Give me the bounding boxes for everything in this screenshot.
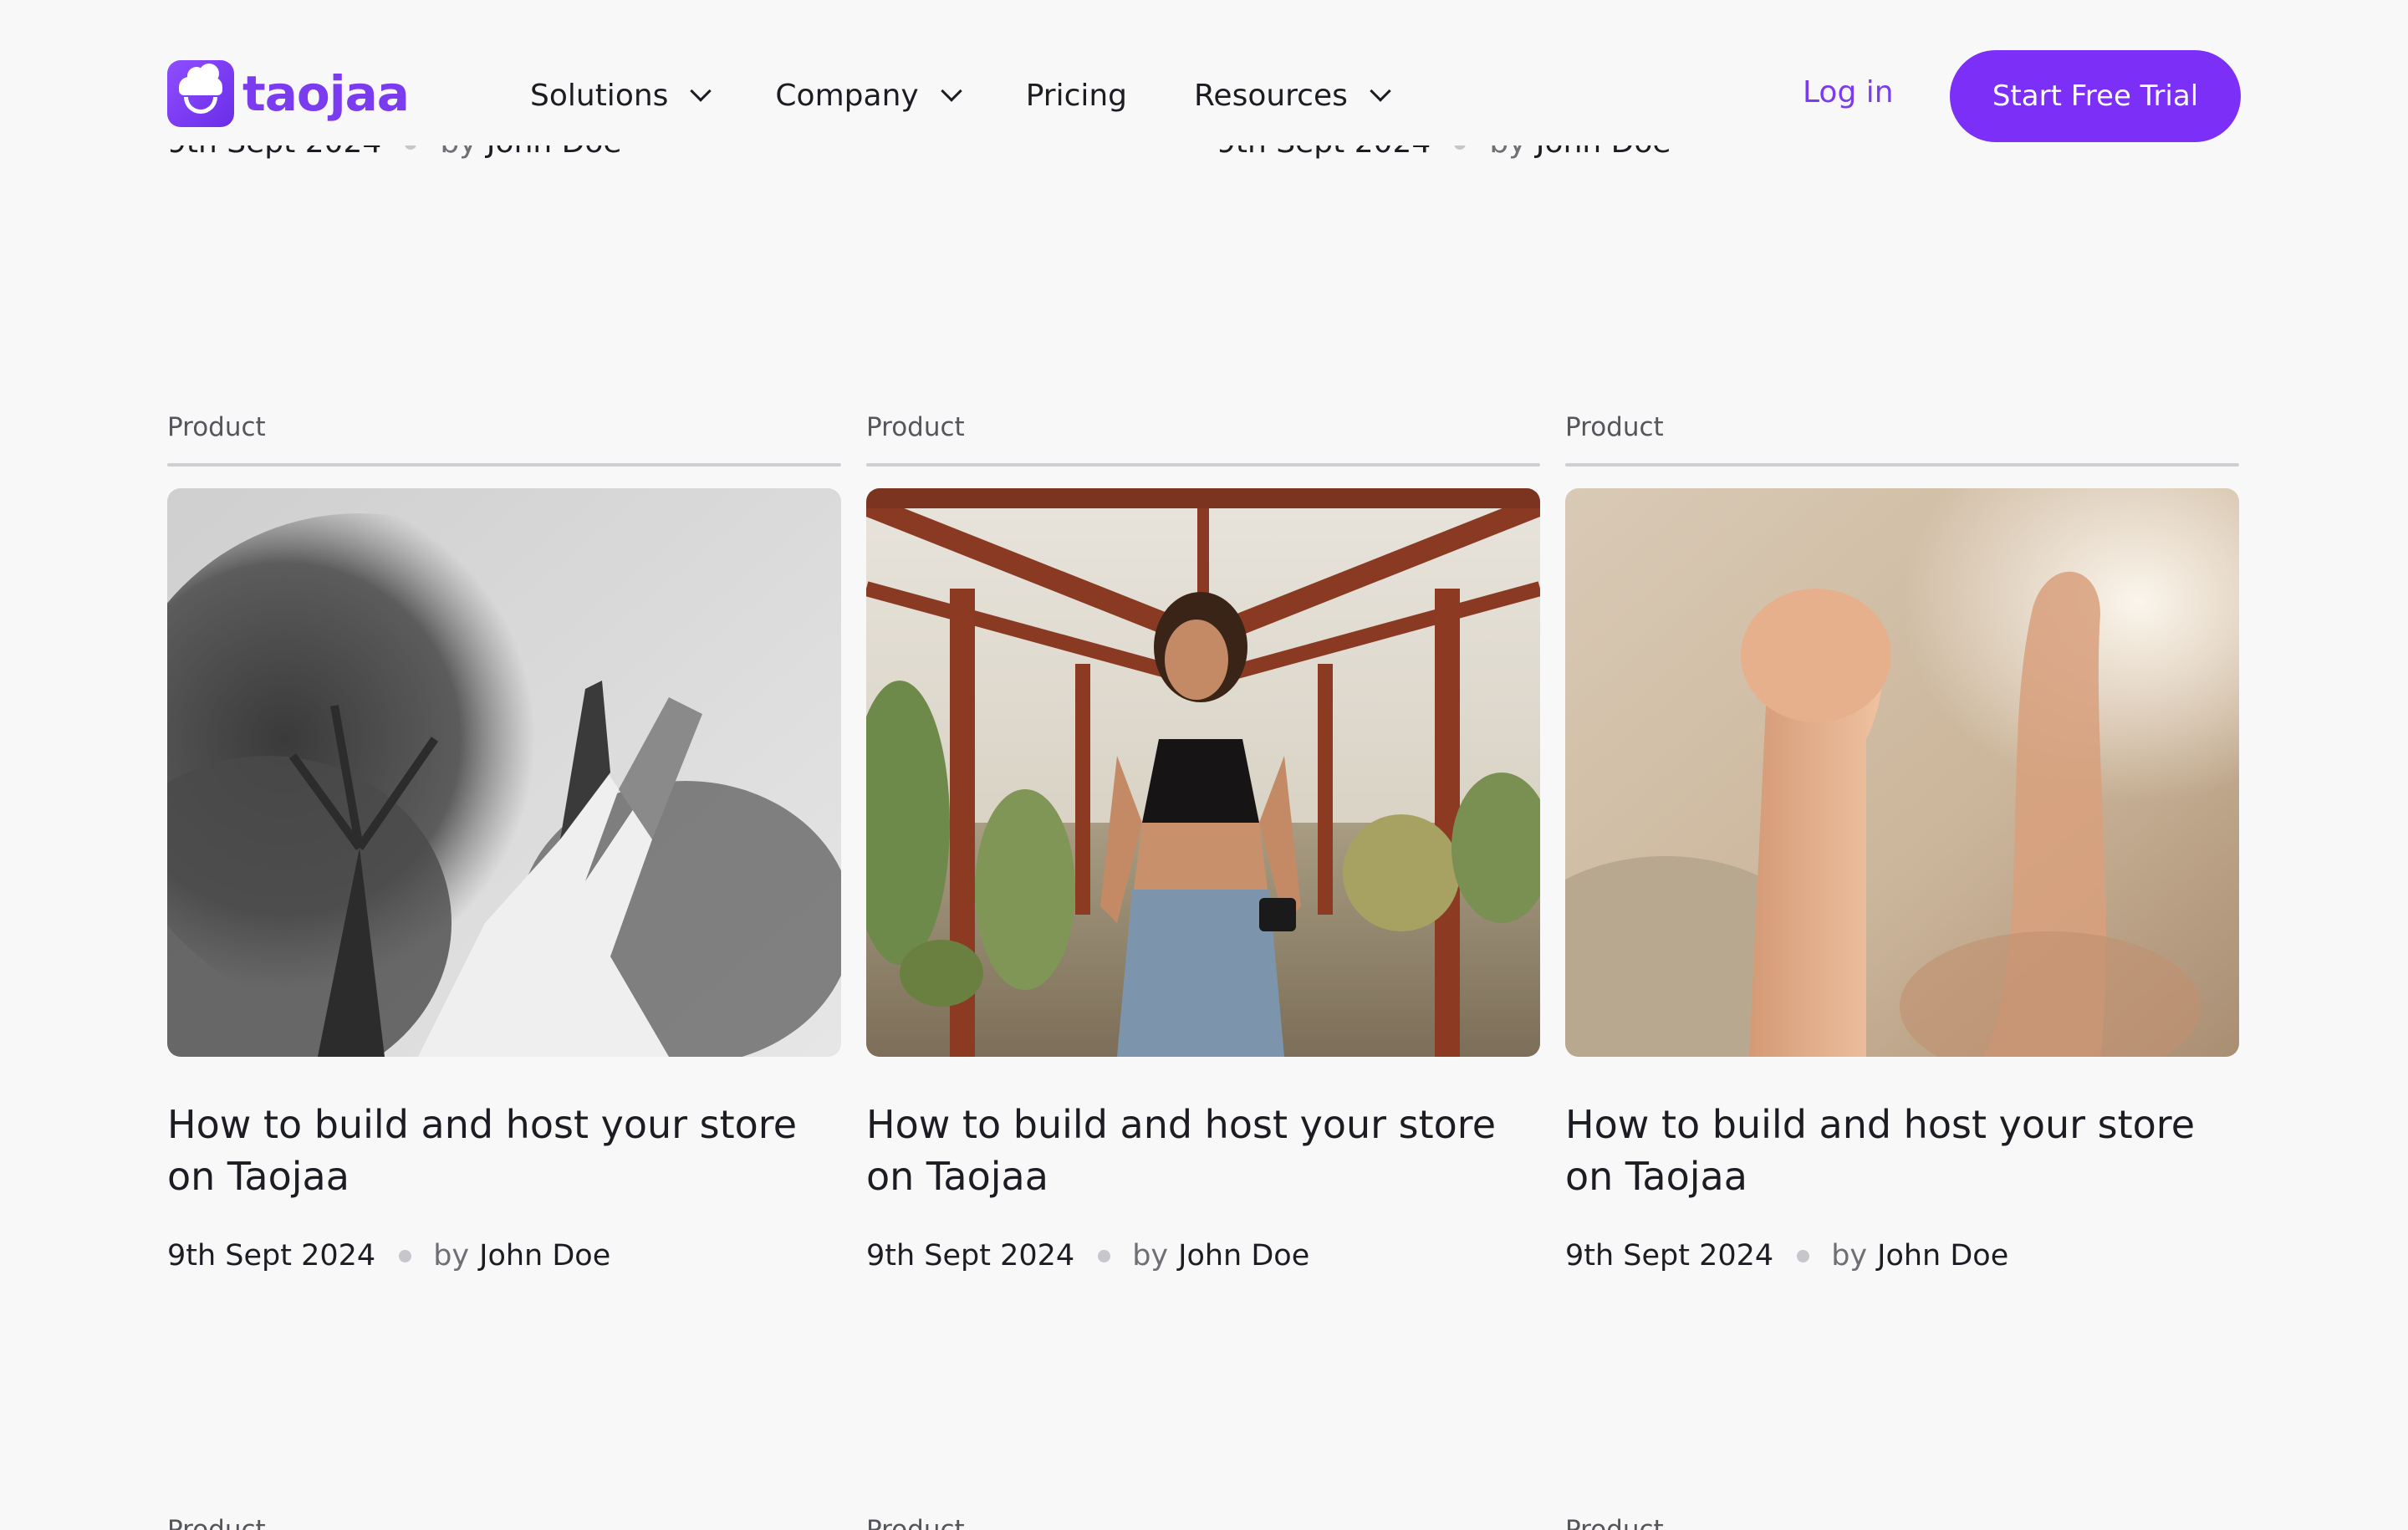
login-link[interactable]: Log in xyxy=(1803,75,1894,110)
chevron-down-icon xyxy=(1370,80,1391,102)
chevron-down-icon xyxy=(940,80,962,102)
previous-card-meta: 9th Sept 2024by John Doe xyxy=(167,144,622,160)
card-title[interactable]: How to build and host your store on Taoj… xyxy=(167,1099,803,1202)
chevron-down-icon xyxy=(690,80,712,102)
nav-pricing-label: Pricing xyxy=(1025,78,1128,113)
nav-resources-label: Resources xyxy=(1194,78,1348,113)
card-divider xyxy=(1565,463,2239,467)
card-title[interactable]: How to build and host your store on Taoj… xyxy=(1565,1099,2201,1202)
nav-solutions[interactable]: Solutions xyxy=(530,78,712,113)
baby-hand-raised-image xyxy=(1565,488,2239,1057)
separator-dot-icon xyxy=(399,1249,412,1262)
black-and-white-hands-and-tree-image xyxy=(167,488,841,1057)
site-header: taojaa Solutions Company Pricing Resourc… xyxy=(0,0,2408,145)
card-image[interactable] xyxy=(866,488,1540,1057)
card-category: Product xyxy=(167,412,266,442)
nav-company-label: Company xyxy=(775,78,919,113)
blog-card[interactable]: Product How to build and host your store… xyxy=(1565,410,2239,1272)
card-author: John Doe xyxy=(479,1239,611,1272)
previous-row-meta: 9th Sept 2024by John Doe 9th Sept 2024by… xyxy=(0,144,2408,177)
separator-dot-icon xyxy=(1797,1249,1810,1262)
card-author: John Doe xyxy=(1877,1239,2009,1272)
card-image[interactable] xyxy=(167,488,841,1057)
card-category: Product xyxy=(1565,412,1664,442)
card-category: Product xyxy=(866,1515,965,1530)
card-category: Product xyxy=(167,1515,266,1530)
card-title[interactable]: How to build and host your store on Taoj… xyxy=(866,1099,1502,1202)
nav-solutions-label: Solutions xyxy=(530,78,669,113)
nav-company[interactable]: Company xyxy=(775,78,962,113)
previous-card-meta: 9th Sept 2024by John Doe xyxy=(1217,144,1671,160)
blog-card-grid: Product How to build and host your store… xyxy=(167,410,2241,1272)
card-meta: 9th Sept 2024 by John Doe xyxy=(1565,1239,2239,1272)
card-author: John Doe xyxy=(1178,1239,1310,1272)
card-category: Product xyxy=(866,412,965,442)
brand-name: taojaa xyxy=(242,65,410,122)
card-author-prefix: by xyxy=(433,1239,470,1272)
card-image[interactable] xyxy=(1565,488,2239,1057)
card-date: 9th Sept 2024 xyxy=(167,1239,376,1272)
card-date: 9th Sept 2024 xyxy=(1565,1239,1774,1272)
blog-card[interactable]: Product How to build and host your store… xyxy=(866,410,1540,1272)
card-divider xyxy=(866,463,1540,467)
card-date: 9th Sept 2024 xyxy=(866,1239,1075,1272)
next-row-tags: Product Product Product xyxy=(167,1515,2241,1530)
card-divider xyxy=(167,463,841,467)
card-meta: 9th Sept 2024 by John Doe xyxy=(866,1239,1540,1272)
blog-card[interactable]: Product How to build and host your store… xyxy=(167,410,841,1272)
card-author-prefix: by xyxy=(1831,1239,1868,1272)
separator-dot-icon xyxy=(1098,1249,1111,1262)
card-author-prefix: by xyxy=(1132,1239,1169,1272)
woman-in-greenhouse-with-camera-image xyxy=(866,488,1540,1057)
nav-pricing[interactable]: Pricing xyxy=(1026,79,1127,113)
main-nav: Solutions Company Pricing Resources xyxy=(530,72,1455,119)
card-meta: 9th Sept 2024 by John Doe xyxy=(167,1239,841,1272)
card-category: Product xyxy=(1565,1515,1664,1530)
taojaa-logo[interactable]: taojaa xyxy=(167,60,410,127)
start-free-trial-button[interactable]: Start Free Trial xyxy=(1950,50,2241,142)
taojaa-logo-icon xyxy=(167,60,234,127)
nav-resources[interactable]: Resources xyxy=(1194,78,1391,113)
